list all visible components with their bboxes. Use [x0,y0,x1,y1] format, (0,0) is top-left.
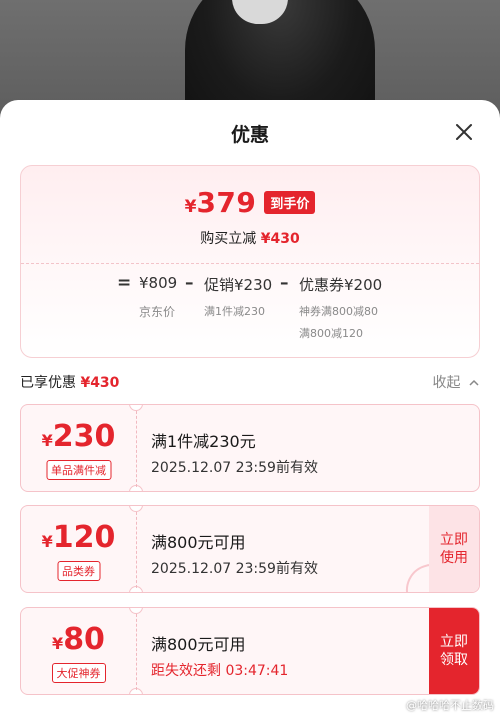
coupon-detail-2: 满800减120 [299,327,363,340]
coupon-value: ¥80 大促神券 [21,608,136,694]
coupon-amount: 优惠券¥200 [299,276,383,294]
coupon-value: ¥230 单品满件减 [21,405,136,491]
coupon-amount: 80 [63,622,105,657]
applied-discounts-label: 已享优惠 [20,375,76,391]
coupon-value: ¥120 品类券 [21,506,136,592]
coupon-card: ¥230 单品满件减 满1件减230元 2025.12.07 23:59前有效 [20,404,480,492]
coupon-condition: 满800元可用 [151,635,246,654]
collapse-label: 收起 [432,375,461,391]
coupon-detail-1: 神券满800减80 [299,305,378,318]
claim-now-button[interactable]: 立即 领取 [429,608,479,694]
claim-now-line2: 领取 [440,652,468,668]
save-label: 购买立减 [200,231,257,247]
coupon-currency: ¥ [52,634,64,653]
minus-sign-2: – [280,273,289,293]
chevron-up-icon [469,379,479,386]
equals-sign: = [117,273,132,293]
final-price-area: ¥ 379 到手价 购买立减 ¥430 [21,166,479,263]
coupon-validity: 2025.12.07 23:59前有效 [151,561,318,577]
coupon-countdown: 距失效还剩 03:47:41 [151,663,289,679]
applied-discounts-title: 已享优惠 ¥430 [20,372,119,392]
use-now-line2: 使用 [440,550,468,566]
save-line: 购买立减 ¥430 [21,228,479,248]
coupon-amount: 120 [52,520,116,555]
collapse-button[interactable]: 收起 [433,372,480,392]
applied-discounts-header: 已享优惠 ¥430 收起 [20,372,480,394]
coupon-card: ¥80 大促神券 满800元可用 距失效还剩 03:47:41 立即 领取 [20,607,480,695]
jd-price-label: 京东价 [139,305,176,319]
coupon-type-badge: 品类券 [57,561,100,581]
summary-divider [21,263,479,264]
coupon-currency: ¥ [41,532,53,551]
coupon-condition: 满1件减230元 [151,432,256,451]
sheet-title: 优惠 [230,124,269,146]
promo-amount: 促销¥230 [204,276,273,294]
claim-now-line1: 立即 [440,634,468,650]
final-price-tag: 到手价 [264,191,316,214]
coupon-type-badge: 大促神券 [51,663,106,683]
coupon-separator [136,512,137,588]
use-now-button[interactable]: 立即 使用 [429,506,479,592]
close-icon[interactable] [454,122,474,142]
jd-price: ¥809 [139,274,178,292]
discount-sheet: 优惠 ¥ 379 到手价 购买立减 ¥430 = ¥809 京东价 – 促销¥2… [0,100,500,715]
coupon-type-badge: 单品满件减 [46,460,111,480]
coupon-validity: 2025.12.07 23:59前有效 [151,460,318,476]
save-amount: ¥430 [260,231,300,247]
coupon-currency: ¥ [41,431,53,450]
coupon-separator [136,411,137,487]
currency-symbol: ¥ [184,196,197,217]
coupon-separator [136,614,137,690]
coupon-card: ¥120 品类券 满800元可用 2025.12.07 23:59前有效 立即 … [20,505,480,593]
coupon-amount: 230 [52,419,116,454]
promo-detail: 满1件减230 [204,305,265,318]
final-price: 379 [196,186,257,219]
price-formula: = ¥809 京东价 – 促销¥230 满1件减230 – 优惠券¥200 神券… [21,273,479,353]
price-summary-card: ¥ 379 到手价 购买立减 ¥430 = ¥809 京东价 – 促销¥230 … [20,165,480,358]
minus-sign-1: – [185,273,194,293]
applied-discounts-amount: ¥430 [80,375,120,391]
coupon-condition: 满800元可用 [151,533,246,552]
watermark: @哈哈哈不止数码 [406,699,494,712]
use-now-line1: 立即 [440,532,468,548]
